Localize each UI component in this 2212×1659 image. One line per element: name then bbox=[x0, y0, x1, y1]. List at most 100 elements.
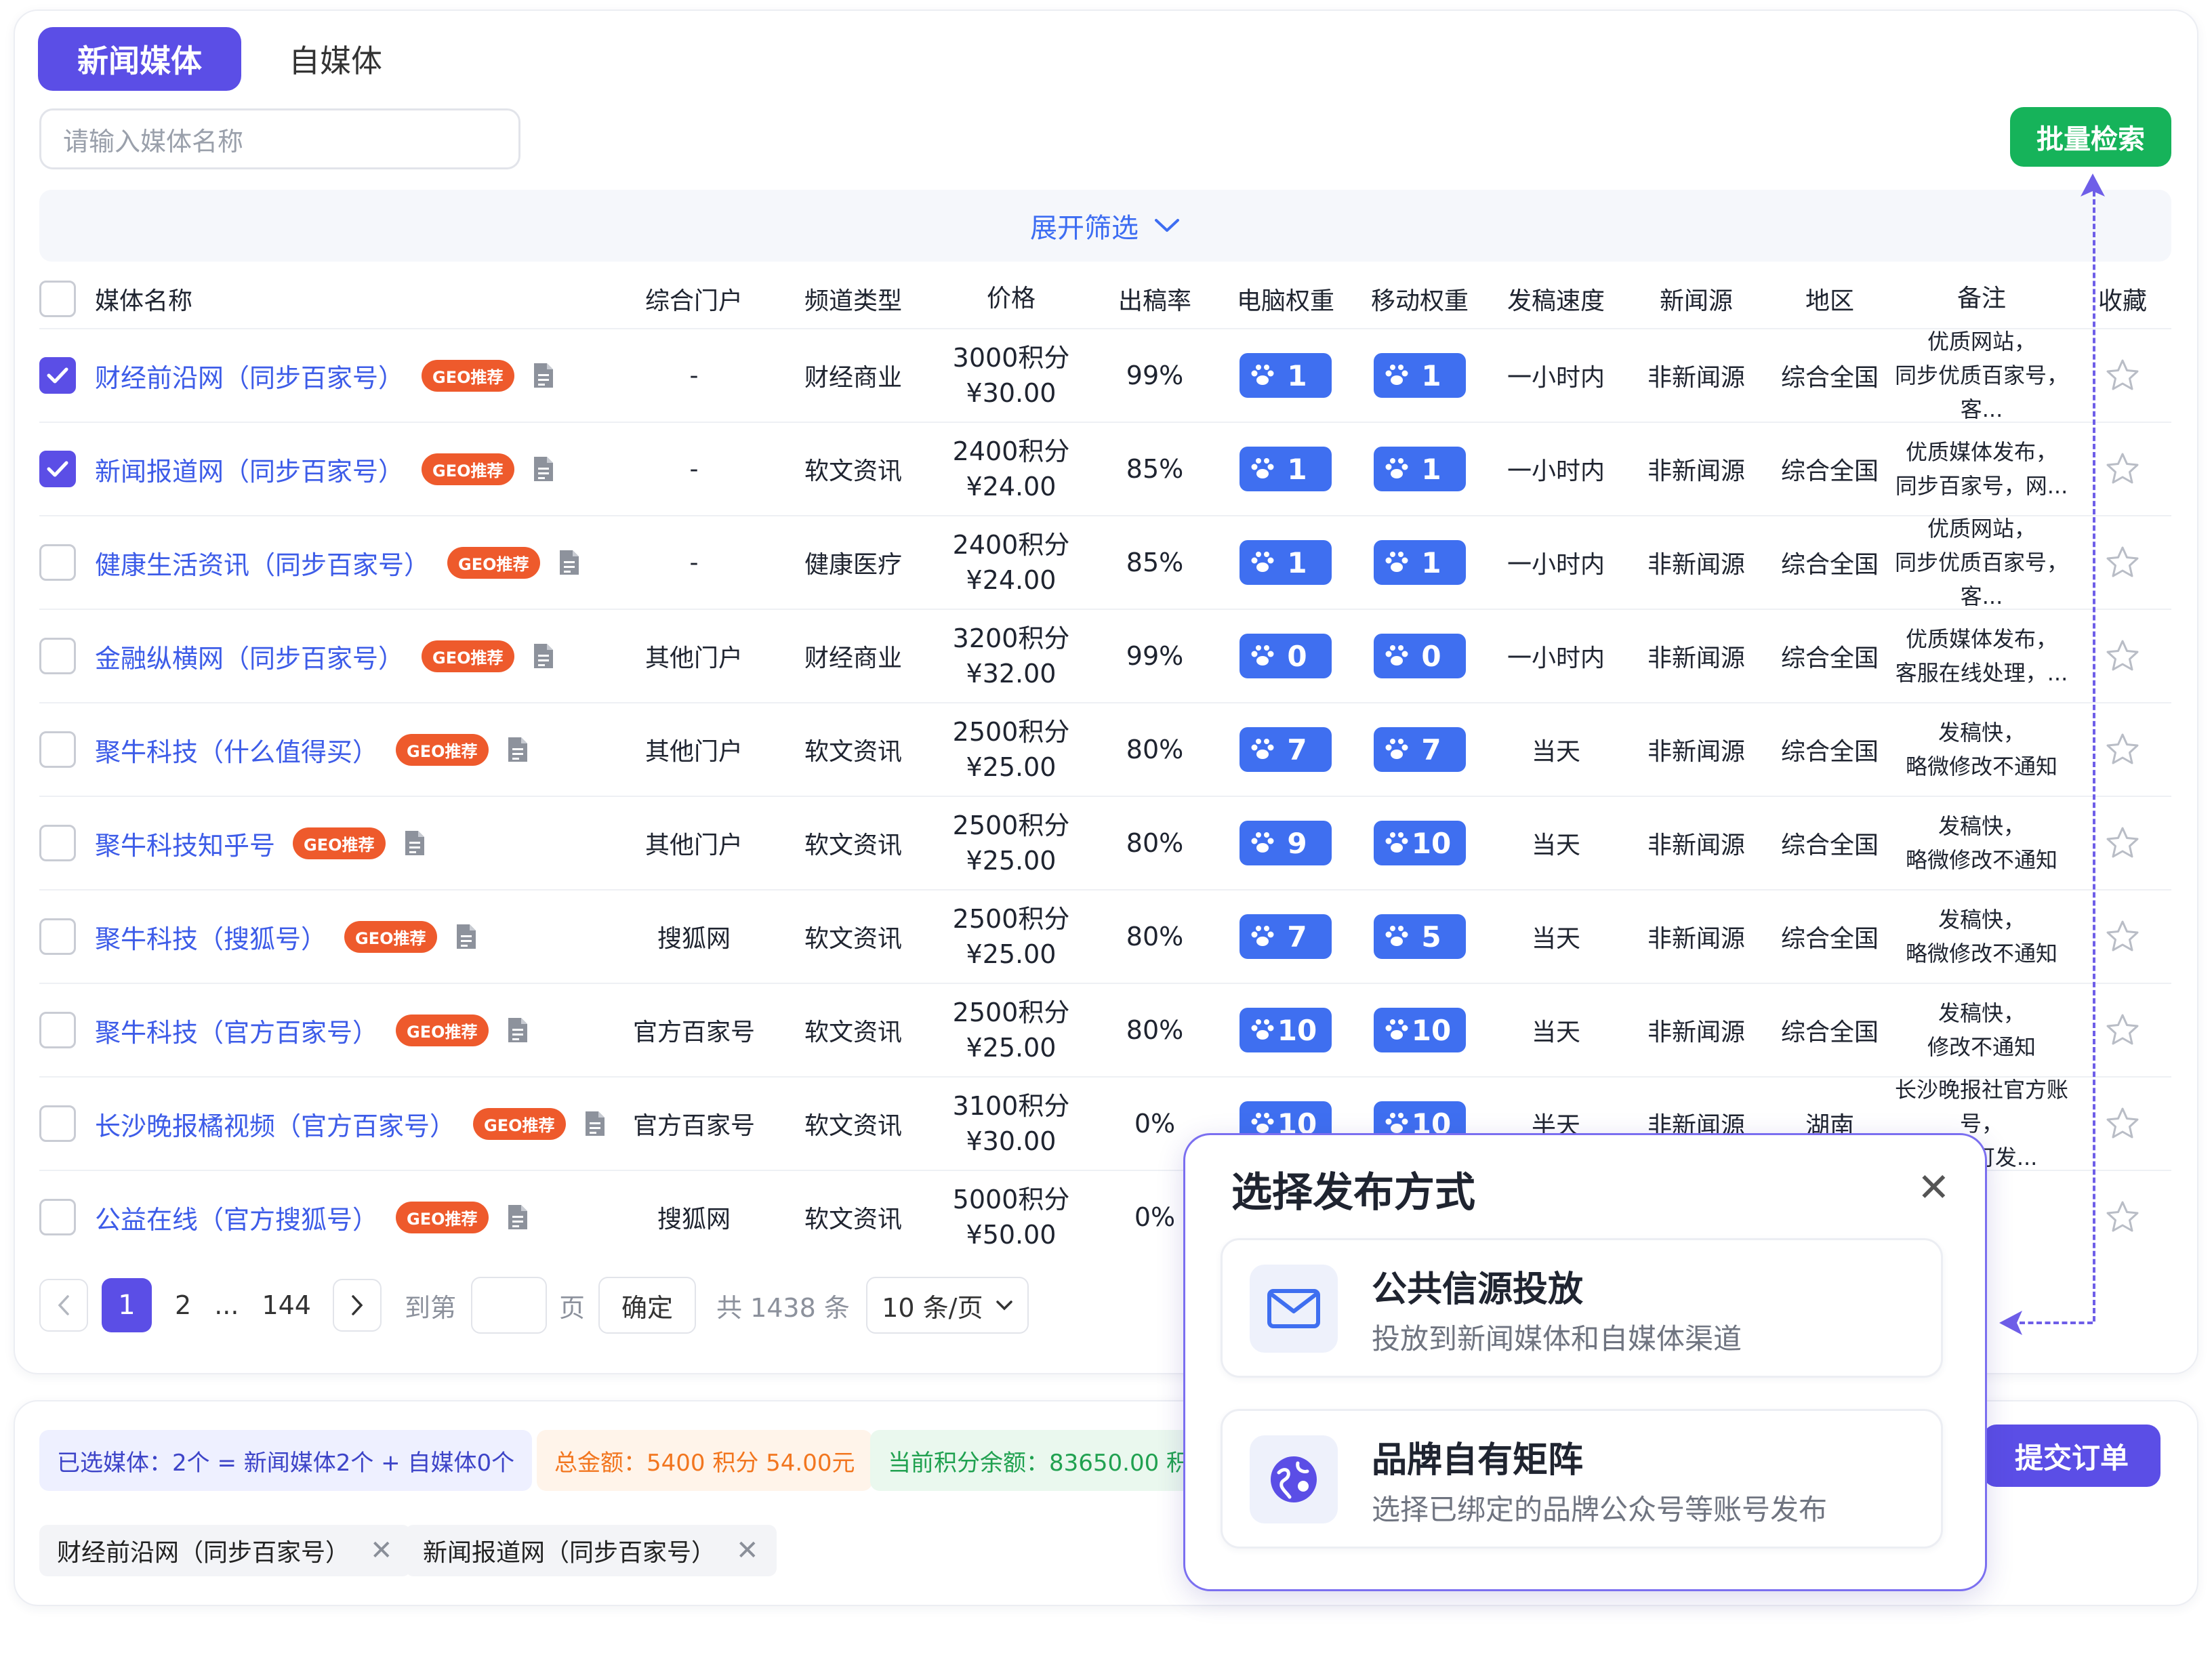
page-last[interactable]: 144 bbox=[262, 1290, 311, 1320]
star-icon[interactable] bbox=[2104, 825, 2141, 861]
publish-method-modal: 选择发布方式 ✕ 公共信源投放 投放到新闻媒体和自媒体渠道 品牌自有矩阵 选择已… bbox=[1183, 1133, 1987, 1591]
row-checkbox[interactable] bbox=[39, 544, 76, 581]
price-cell: 2500积分 ¥25.00 bbox=[934, 714, 1088, 785]
favorite-cell bbox=[2074, 1200, 2171, 1235]
points-balance: 当前积分余额：83650.00 积分 bbox=[870, 1430, 1223, 1491]
price-points: 2400积分 bbox=[952, 530, 1070, 560]
prev-page-button[interactable] bbox=[39, 1279, 88, 1332]
media-name-link[interactable]: 健康生活资讯（同步百家号） bbox=[95, 544, 430, 581]
row-checkbox[interactable] bbox=[39, 1199, 76, 1235]
area-cell: 综合全国 bbox=[1780, 551, 1879, 579]
document-icon[interactable] bbox=[532, 455, 555, 483]
goto-confirm-button[interactable]: 确定 bbox=[598, 1277, 696, 1334]
tab-news-media[interactable]: 新闻媒体 bbox=[38, 27, 241, 91]
portal-cell: - bbox=[689, 361, 699, 390]
chevron-down-icon bbox=[996, 1300, 1012, 1311]
remove-chip-icon[interactable]: ✕ bbox=[370, 1535, 393, 1566]
tab-self-media[interactable]: 自媒体 bbox=[264, 27, 407, 91]
channel-cell: 软文资讯 bbox=[804, 1206, 902, 1233]
channel-cell: 软文资讯 bbox=[804, 457, 902, 485]
batch-search-button[interactable]: 批量检索 bbox=[2010, 107, 2171, 167]
document-icon[interactable] bbox=[532, 642, 555, 670]
document-icon[interactable] bbox=[558, 548, 581, 577]
col-header-source: 新闻源 bbox=[1659, 287, 1733, 315]
option-public-source[interactable]: 公共信源投放 投放到新闻媒体和自媒体渠道 bbox=[1221, 1238, 1943, 1378]
mobile-weight-value: 1 bbox=[1421, 546, 1441, 579]
document-icon[interactable] bbox=[403, 829, 426, 857]
row-checkbox[interactable] bbox=[39, 451, 76, 487]
document-icon[interactable] bbox=[506, 735, 529, 764]
selected-chip: 新闻报道网（同步百家号） ✕ bbox=[405, 1525, 777, 1576]
note-line-2: 略微修改不通知 bbox=[1905, 847, 2057, 873]
table-row: 聚牛科技（什么值得买） GEO推荐 其他门户 软文资讯 2500积分 ¥25.0… bbox=[39, 702, 2171, 796]
publish-rate-cell: 85% bbox=[1126, 454, 1184, 484]
mobile-weight-cell: 10 bbox=[1350, 1008, 1490, 1052]
geo-recommend-badge: GEO推荐 bbox=[396, 1014, 489, 1046]
row-checkbox[interactable] bbox=[39, 638, 76, 674]
mobile-weight-badge: 1 bbox=[1374, 540, 1466, 585]
media-name-link[interactable]: 聚牛科技知乎号 bbox=[95, 825, 275, 862]
submit-order-button[interactable]: 提交订单 bbox=[1983, 1425, 2160, 1487]
page-2[interactable]: 2 bbox=[175, 1290, 191, 1320]
goto-label: 到第 bbox=[404, 1292, 456, 1323]
option-title: 品牌自有矩阵 bbox=[1372, 1440, 1584, 1481]
pc-weight-value: 1 bbox=[1287, 359, 1307, 392]
col-header-name: 媒体名称 bbox=[95, 287, 193, 315]
close-icon[interactable]: ✕ bbox=[1917, 1168, 1950, 1207]
select-all-checkbox[interactable] bbox=[39, 281, 76, 317]
page-1[interactable]: 1 bbox=[102, 1278, 152, 1332]
row-checkbox[interactable] bbox=[39, 825, 76, 861]
pc-weight-value: 10 bbox=[1277, 1013, 1317, 1047]
paw-icon bbox=[1385, 1113, 1408, 1133]
media-name-link[interactable]: 金融纵横网（同步百家号） bbox=[95, 638, 404, 675]
star-icon[interactable] bbox=[2104, 1106, 2141, 1141]
channel-cell: 健康医疗 bbox=[804, 551, 902, 579]
media-name-link[interactable]: 聚牛科技（什么值得买） bbox=[95, 731, 378, 769]
row-checkbox[interactable] bbox=[39, 731, 76, 768]
document-icon[interactable] bbox=[506, 1016, 529, 1044]
option-brand-matrix[interactable]: 品牌自有矩阵 选择已绑定的品牌公众号等账号发布 bbox=[1221, 1409, 1943, 1549]
document-icon[interactable] bbox=[532, 361, 555, 390]
pc-weight-badge: 10 bbox=[1240, 1008, 1332, 1052]
geo-recommend-badge: GEO推荐 bbox=[422, 640, 514, 672]
star-icon[interactable] bbox=[2104, 358, 2141, 393]
row-checkbox[interactable] bbox=[39, 357, 76, 394]
star-icon[interactable] bbox=[2104, 919, 2141, 954]
row-select-cell bbox=[39, 1012, 95, 1048]
row-checkbox[interactable] bbox=[39, 1012, 76, 1048]
media-name-link[interactable]: 聚牛科技（官方百家号） bbox=[95, 1012, 378, 1049]
star-icon[interactable] bbox=[2104, 545, 2141, 580]
document-icon[interactable] bbox=[506, 1203, 529, 1231]
next-page-button[interactable] bbox=[332, 1279, 382, 1332]
star-icon[interactable] bbox=[2104, 638, 2141, 674]
speed-cell: 一小时内 bbox=[1507, 551, 1605, 579]
media-name-link[interactable]: 公益在线（官方搜狐号） bbox=[95, 1199, 378, 1236]
expand-filter-toggle[interactable]: 展开筛选 bbox=[39, 190, 2171, 262]
media-name-link[interactable]: 聚牛科技（搜狐号） bbox=[95, 918, 327, 956]
goto-page-input[interactable] bbox=[470, 1277, 547, 1334]
search-input[interactable]: 请输入媒体名称 bbox=[39, 108, 520, 169]
page-ellipsis[interactable]: ... bbox=[214, 1290, 239, 1320]
row-checkbox[interactable] bbox=[39, 918, 76, 955]
media-name-link[interactable]: 财经前沿网（同步百家号） bbox=[95, 357, 404, 394]
table-body: 财经前沿网（同步百家号） GEO推荐 - 财经商业 3000积分 ¥30.00 … bbox=[39, 328, 2171, 1263]
remove-chip-icon[interactable]: ✕ bbox=[736, 1535, 759, 1566]
news-source-cell: 非新闻源 bbox=[1647, 925, 1745, 953]
total-count: 共 1438 条 bbox=[716, 1292, 850, 1323]
star-icon[interactable] bbox=[2104, 732, 2141, 767]
star-icon[interactable] bbox=[2104, 451, 2141, 487]
document-icon[interactable] bbox=[583, 1109, 607, 1138]
page-size-select[interactable]: 10 条/页 bbox=[865, 1277, 1029, 1334]
row-select-cell bbox=[39, 918, 95, 955]
media-name-link[interactable]: 长沙晚报橘视频（官方百家号） bbox=[95, 1105, 455, 1143]
star-icon[interactable] bbox=[2104, 1200, 2141, 1235]
col-header-speed: 发稿速度 bbox=[1507, 287, 1605, 315]
favorite-cell bbox=[2074, 358, 2171, 393]
pc-weight-value: 9 bbox=[1287, 826, 1307, 860]
note-line-1: 长沙晚报社官方账号， bbox=[1894, 1077, 2068, 1136]
pc-weight-cell: 0 bbox=[1221, 634, 1350, 678]
media-name-link[interactable]: 新闻报道网（同步百家号） bbox=[95, 451, 404, 488]
star-icon[interactable] bbox=[2104, 1012, 2141, 1048]
document-icon[interactable] bbox=[455, 922, 478, 951]
row-checkbox[interactable] bbox=[39, 1105, 76, 1142]
